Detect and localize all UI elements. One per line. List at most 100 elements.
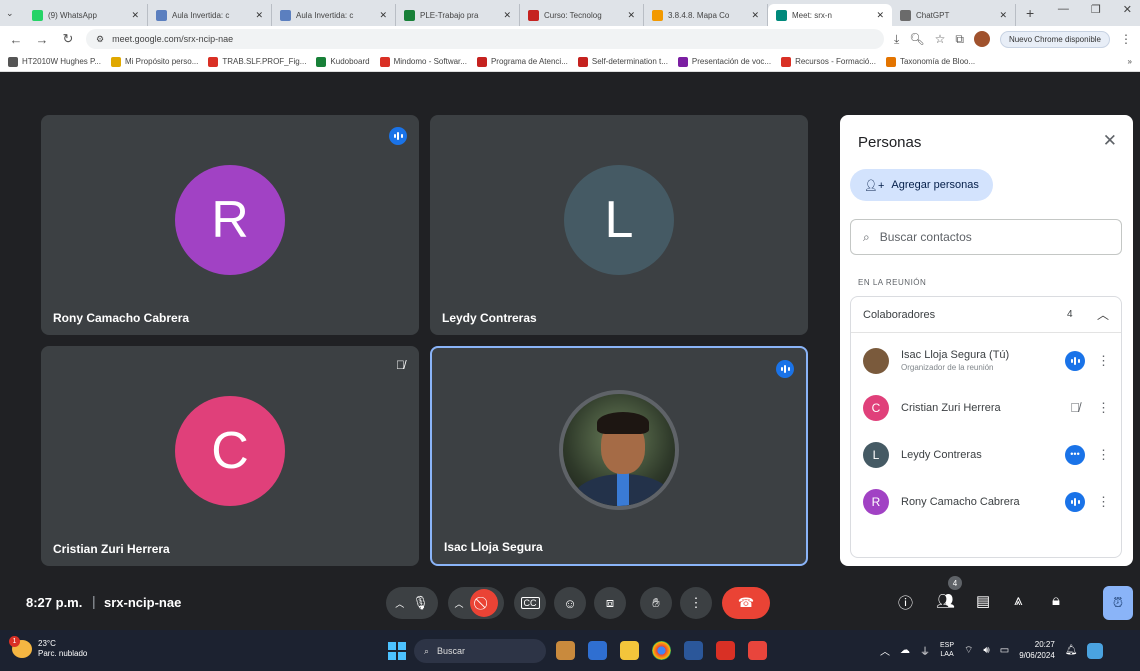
reload-icon[interactable]: ↻ — [60, 31, 76, 47]
more-options-button[interactable]: ⋮ — [680, 587, 712, 619]
tab-close-icon[interactable]: ✕ — [627, 10, 635, 21]
host-controls-button[interactable]: ⏰︎ — [1103, 586, 1133, 620]
tab-close-icon[interactable]: ✕ — [131, 10, 139, 21]
bookmark-item[interactable]: Recursos - Formació... — [781, 56, 876, 67]
browser-tab[interactable]: Aula Invertida: c ✕ — [272, 4, 396, 26]
bookmark-item[interactable]: Programa de Atenci... — [476, 56, 568, 67]
tab-search-chevron-icon[interactable]: ⌄ — [6, 8, 24, 19]
activities-icon[interactable]: ⩓ — [1014, 592, 1022, 609]
bookmark-item[interactable]: Kudoboard — [316, 56, 370, 67]
contacts-search-input[interactable]: ⌕ Buscar contactos — [850, 219, 1122, 255]
extensions-icon[interactable]: ⧉ — [955, 32, 964, 47]
raise-hand-button[interactable]: ✋︎ — [640, 587, 672, 619]
usb-icon[interactable]: ⏚ — [920, 643, 930, 658]
participant-tile[interactable]: L Leydy Contreras — [430, 115, 808, 335]
volume-icon[interactable]: 🔊︎ — [983, 645, 989, 656]
chevron-up-icon[interactable]: ︿ — [1097, 306, 1109, 323]
bookmark-item[interactable]: HT2010W Hughes P... — [8, 56, 101, 67]
host-controls-lock-icon[interactable]: 🔒︎ — [1052, 592, 1060, 609]
wifi-icon[interactable]: ⌔ — [964, 644, 973, 657]
word-icon[interactable] — [684, 641, 703, 660]
participant-row[interactable]: L Leydy Contreras ••• ⋮ — [851, 431, 1121, 478]
tray-overflow-icon[interactable]: ︿ — [880, 643, 890, 658]
zoom-icon[interactable]: 🔍︎ — [909, 32, 924, 46]
chrome-icon[interactable] — [652, 641, 671, 660]
more-vert-icon[interactable]: ⋮ — [1097, 353, 1110, 369]
participant-row[interactable]: R Rony Camacho Cabrera ⋮ — [851, 478, 1121, 525]
participant-tile-self[interactable]: Isac Lloja Segura — [430, 346, 808, 566]
browser-tab[interactable]: PLE-Trabajo pra ✕ — [396, 4, 520, 26]
copilot-icon[interactable] — [1087, 642, 1104, 659]
bookmark-star-icon[interactable]: ☆ — [935, 32, 946, 46]
cloud-icon[interactable]: ☁ — [900, 645, 910, 656]
browser-tab[interactable]: (9) WhatsApp ✕ — [24, 4, 148, 26]
taskbar-search[interactable]: ⌕ Buscar — [414, 639, 546, 663]
bookmark-item[interactable]: Presentación de voc... — [677, 56, 771, 67]
mic-off-icon[interactable]: 🎙̸ — [1065, 398, 1085, 418]
browser-tab[interactable]: ChatGPT ✕ — [892, 4, 1016, 26]
forward-icon[interactable]: → — [34, 32, 50, 47]
participant-row[interactable]: C Cristian Zuri Herrera 🎙̸ ⋮ — [851, 384, 1121, 431]
bookmark-item[interactable]: TRAB.SLF.PROF_Fig... — [208, 56, 306, 67]
notifications-icon[interactable]: 🔔︎ — [1065, 645, 1078, 656]
download-icon[interactable]: ⤓ — [894, 32, 899, 47]
new-tab-button[interactable]: + — [1016, 5, 1044, 21]
xmind-icon[interactable] — [748, 641, 767, 660]
chat-icon[interactable]: ▤ — [976, 592, 990, 610]
weather-widget[interactable]: 1 23°C Parc. nublado — [9, 635, 87, 658]
add-people-button[interactable]: 👤︎+ Agregar personas — [850, 169, 993, 201]
tab-close-icon[interactable]: ✕ — [999, 10, 1007, 21]
restore-icon[interactable]: ❐ — [1091, 3, 1101, 16]
present-button[interactable]: ⧈ — [594, 587, 626, 619]
url-field[interactable]: ⚙ meet.google.com/srx-ncip-nae — [86, 29, 885, 49]
browser-menu-icon[interactable]: ⋮ — [1120, 32, 1132, 46]
leave-call-button[interactable]: ☎︎ — [722, 587, 770, 619]
acrobat-icon[interactable] — [716, 641, 735, 660]
browser-tab[interactable]: Aula Invertida: c ✕ — [148, 4, 272, 26]
file-explorer-icon[interactable] — [620, 641, 639, 660]
bookmark-item[interactable]: Mindomo - Softwar... — [379, 56, 467, 67]
profile-avatar[interactable] — [973, 31, 990, 47]
bookmark-item[interactable]: Mi Propósito perso... — [111, 56, 198, 67]
close-window-icon[interactable]: ✕ — [1123, 3, 1132, 16]
system-clock[interactable]: 20:27 9/06/2024 — [1019, 640, 1055, 661]
camera-button[interactable]: ︿ ⃠ — [448, 587, 504, 619]
bookmark-item[interactable]: Self-determination t... — [577, 56, 668, 67]
participant-tile[interactable]: R Rony Camacho Cabrera — [41, 115, 419, 335]
people-icon[interactable]: 👥︎ — [936, 592, 955, 610]
language-indicator[interactable]: ESP LAA — [940, 642, 954, 659]
update-chrome-button[interactable]: Nuevo Chrome disponible — [999, 30, 1110, 48]
meeting-info-icon[interactable]: ⓘ — [898, 592, 913, 613]
chevron-up-icon[interactable]: ︿ — [395, 597, 404, 610]
participant-tile[interactable]: C 🎙̸ Cristian Zuri Herrera — [41, 346, 419, 566]
participant-row[interactable]: Isac Lloja Segura (Tú) Organizador de la … — [851, 337, 1121, 384]
back-icon[interactable]: ← — [8, 32, 24, 47]
tab-close-icon[interactable]: ✕ — [255, 10, 263, 21]
more-vert-icon[interactable]: ⋮ — [1097, 400, 1110, 416]
tab-close-icon[interactable]: ✕ — [751, 10, 759, 21]
collaborators-header[interactable]: Colaboradores 4 ︿ — [851, 297, 1121, 333]
bookmark-item[interactable]: Taxonomía de Bloo... — [885, 56, 975, 67]
audio-idle-icon: ••• — [1065, 444, 1085, 465]
tab-close-icon[interactable]: ✕ — [379, 10, 387, 21]
chevron-up-icon[interactable]: ︿ — [454, 597, 463, 610]
battery-icon[interactable]: ▭ — [1000, 645, 1009, 656]
teams-icon[interactable] — [588, 641, 607, 660]
mic-button[interactable]: ︿ 🎙︎ — [386, 587, 438, 619]
bookmarks-overflow-button[interactable]: » — [1128, 57, 1132, 66]
captions-button[interactable]: CC — [514, 587, 546, 619]
reactions-button[interactable]: ☺ — [554, 587, 586, 619]
minimize-icon[interactable]: — — [1058, 3, 1069, 16]
browser-tab[interactable]: 3.8.4.8. Mapa Co ✕ — [644, 4, 768, 26]
site-settings-icon[interactable]: ⚙ — [96, 34, 104, 45]
more-vert-icon[interactable]: ⋮ — [1097, 494, 1110, 510]
start-button[interactable] — [388, 642, 406, 660]
tab-close-icon[interactable]: ✕ — [503, 10, 511, 21]
taskbar-app-icon[interactable] — [556, 641, 575, 660]
tab-label: Meet: srx-n — [792, 10, 833, 20]
close-panel-icon[interactable]: ✕ — [1103, 131, 1117, 151]
tab-close-icon[interactable]: ✕ — [876, 10, 884, 21]
more-vert-icon[interactable]: ⋮ — [1097, 447, 1110, 463]
browser-tab[interactable]: Meet: srx-n ✕ — [768, 4, 892, 26]
browser-tab[interactable]: Curso: Tecnolog ✕ — [520, 4, 644, 26]
